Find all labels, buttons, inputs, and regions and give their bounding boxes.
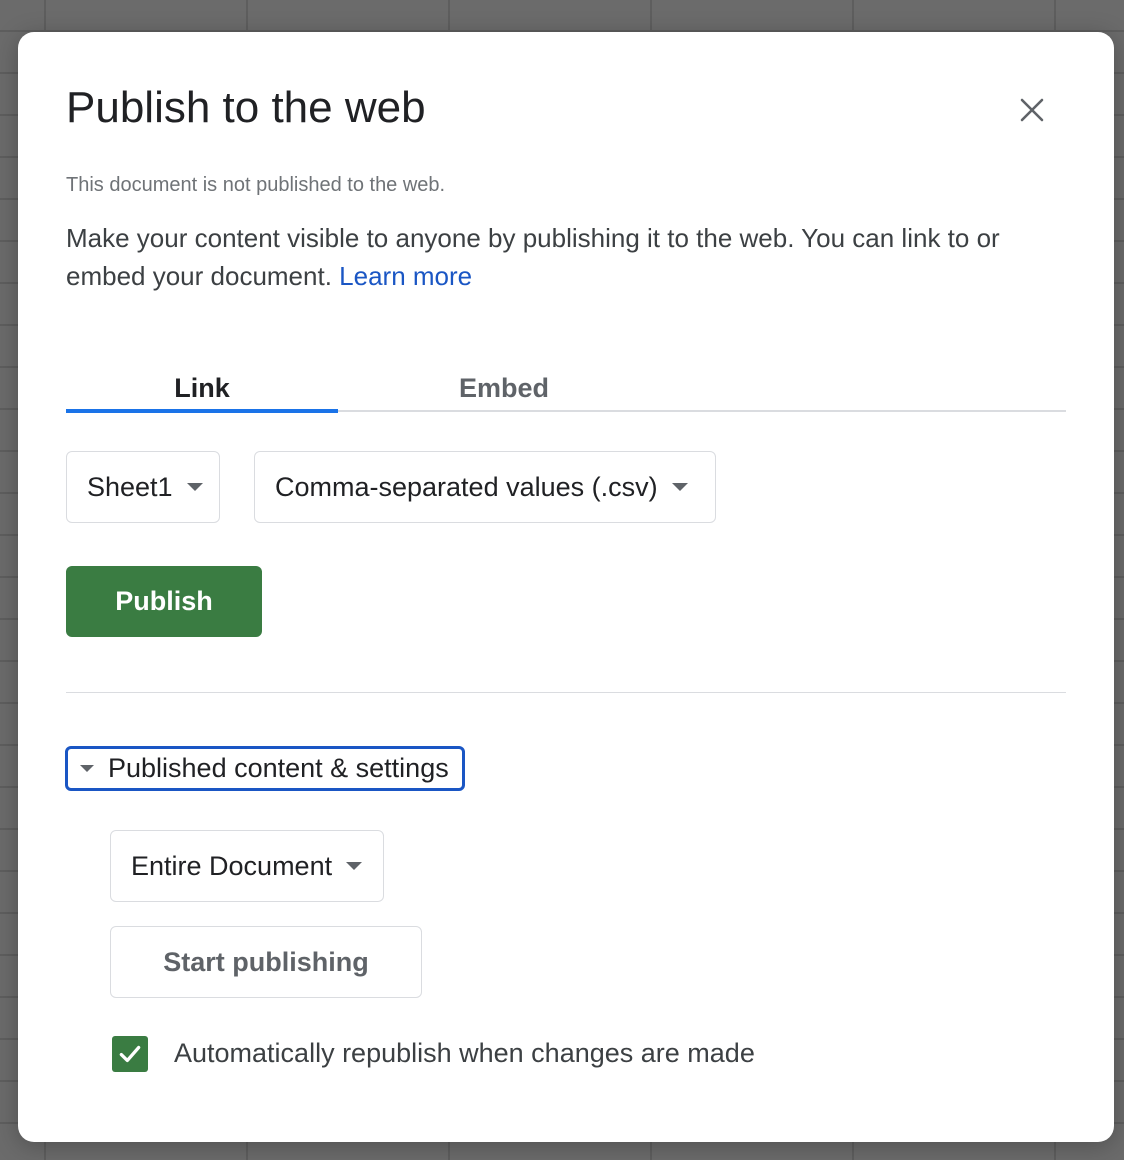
format-select[interactable]: Comma-separated values (.csv) bbox=[254, 451, 716, 523]
publish-tabs: Link Embed bbox=[66, 374, 1066, 413]
chevron-down-icon bbox=[346, 862, 363, 870]
format-select-value: Comma-separated values (.csv) bbox=[275, 471, 658, 502]
scope-select-value: Entire Document bbox=[131, 850, 333, 881]
section-divider bbox=[66, 692, 1066, 693]
dialog-description: Make your content visible to anyone by p… bbox=[66, 219, 1066, 295]
description-text: Make your content visible to anyone by p… bbox=[66, 223, 1000, 291]
auto-republish-checkbox[interactable] bbox=[112, 1036, 148, 1072]
tab-embed[interactable]: Embed bbox=[366, 374, 642, 410]
published-settings-toggle[interactable]: Published content & settings bbox=[65, 746, 465, 791]
dialog-title: Publish to the web bbox=[66, 83, 426, 132]
close-button[interactable] bbox=[1008, 86, 1056, 134]
published-settings-label: Published content & settings bbox=[108, 753, 449, 783]
chevron-down-icon bbox=[186, 483, 203, 491]
learn-more-link[interactable]: Learn more bbox=[339, 261, 472, 291]
auto-republish-label: Automatically republish when changes are… bbox=[174, 1038, 755, 1068]
check-icon bbox=[119, 1045, 141, 1063]
tab-link[interactable]: Link bbox=[66, 374, 338, 413]
triangle-down-icon bbox=[80, 765, 94, 772]
publish-button[interactable]: Publish bbox=[66, 566, 262, 637]
start-publishing-button[interactable]: Start publishing bbox=[110, 926, 422, 998]
sheet-select[interactable]: Sheet1 bbox=[66, 451, 220, 523]
chevron-down-icon bbox=[671, 483, 688, 491]
publish-dialog: Publish to the web This document is not … bbox=[18, 32, 1114, 1142]
sheet-select-value: Sheet1 bbox=[87, 471, 173, 502]
publish-status-text: This document is not published to the we… bbox=[66, 174, 446, 196]
scope-select[interactable]: Entire Document bbox=[110, 830, 384, 902]
close-icon bbox=[1020, 98, 1044, 122]
